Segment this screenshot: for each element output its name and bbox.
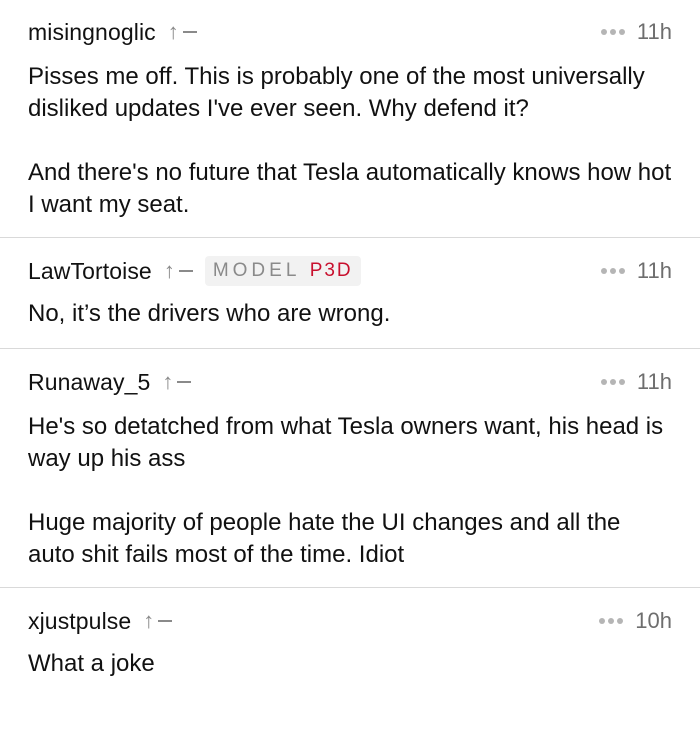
comment-meta: LawTortoise ↑ MODEL P3D 11h (28, 252, 672, 290)
comment: misingnoglic ↑ 11h Pisses me off. This i… (0, 0, 700, 237)
arrow-up-icon[interactable]: ↑ (168, 21, 179, 43)
vote-controls[interactable]: ↑ (168, 21, 197, 43)
comment-right-meta: 11h (600, 369, 672, 395)
username[interactable]: xjustpulse (28, 608, 131, 635)
comment-paragraph: He's so detatched from what Tesla owners… (28, 413, 664, 472)
comment-paragraph: Huge majority of people hate the UI chan… (28, 509, 621, 568)
comment-body: Pisses me off. This is probably one of t… (28, 61, 672, 221)
arrow-up-icon[interactable]: ↑ (164, 260, 175, 282)
more-options-icon[interactable] (600, 29, 625, 35)
comment: xjustpulse ↑ 10h What a joke (0, 588, 700, 680)
dash-icon (182, 31, 197, 33)
username[interactable]: Runaway_5 (28, 369, 150, 396)
more-options-icon[interactable] (600, 379, 625, 385)
timestamp: 11h (636, 369, 672, 394)
comment-paragraph: No, it’s the drivers who are wrong. (28, 300, 391, 327)
vote-controls[interactable]: ↑ (164, 260, 193, 282)
username[interactable]: misingnoglic (28, 19, 156, 46)
timestamp: 10h (635, 608, 672, 633)
comment-body: What a joke (28, 648, 672, 680)
vote-controls[interactable]: ↑ (143, 610, 173, 632)
comment-meta: xjustpulse ↑ 10h (28, 602, 672, 640)
timestamp: 11h (636, 258, 672, 283)
dash-icon (158, 620, 173, 622)
flair-text: MODEL (212, 260, 301, 281)
username[interactable]: LawTortoise (28, 258, 152, 285)
more-options-icon[interactable] (599, 618, 624, 624)
comment-paragraph: And there's no future that Tesla automat… (28, 159, 672, 218)
vote-controls[interactable]: ↑ (162, 371, 192, 393)
arrow-up-icon[interactable]: ↑ (162, 371, 173, 393)
comment-right-meta: 11h (600, 258, 672, 284)
comment-right-meta: 10h (599, 608, 672, 634)
comment-right-meta: 11h (600, 19, 672, 45)
user-flair: MODEL P3D (204, 256, 361, 286)
timestamp: 11h (636, 19, 672, 44)
comment-body: No, it’s the drivers who are wrong. (28, 298, 672, 330)
comment: LawTortoise ↑ MODEL P3D 11h No, it’s the… (0, 238, 700, 348)
more-options-icon[interactable] (600, 268, 625, 274)
dash-icon (178, 270, 193, 272)
comment-paragraph: Pisses me off. This is probably one of t… (28, 63, 645, 122)
arrow-up-icon[interactable]: ↑ (143, 610, 154, 632)
flair-accent-text: P3D (309, 260, 353, 281)
comment: Runaway_5 ↑ 11h He's so detatched from w… (0, 349, 700, 587)
comment-body: He's so detatched from what Tesla owners… (28, 411, 672, 571)
comment-meta: misingnoglic ↑ 11h (28, 13, 672, 51)
comment-paragraph: What a joke (28, 650, 155, 677)
dash-icon (177, 381, 192, 383)
comment-meta: Runaway_5 ↑ 11h (28, 363, 672, 401)
